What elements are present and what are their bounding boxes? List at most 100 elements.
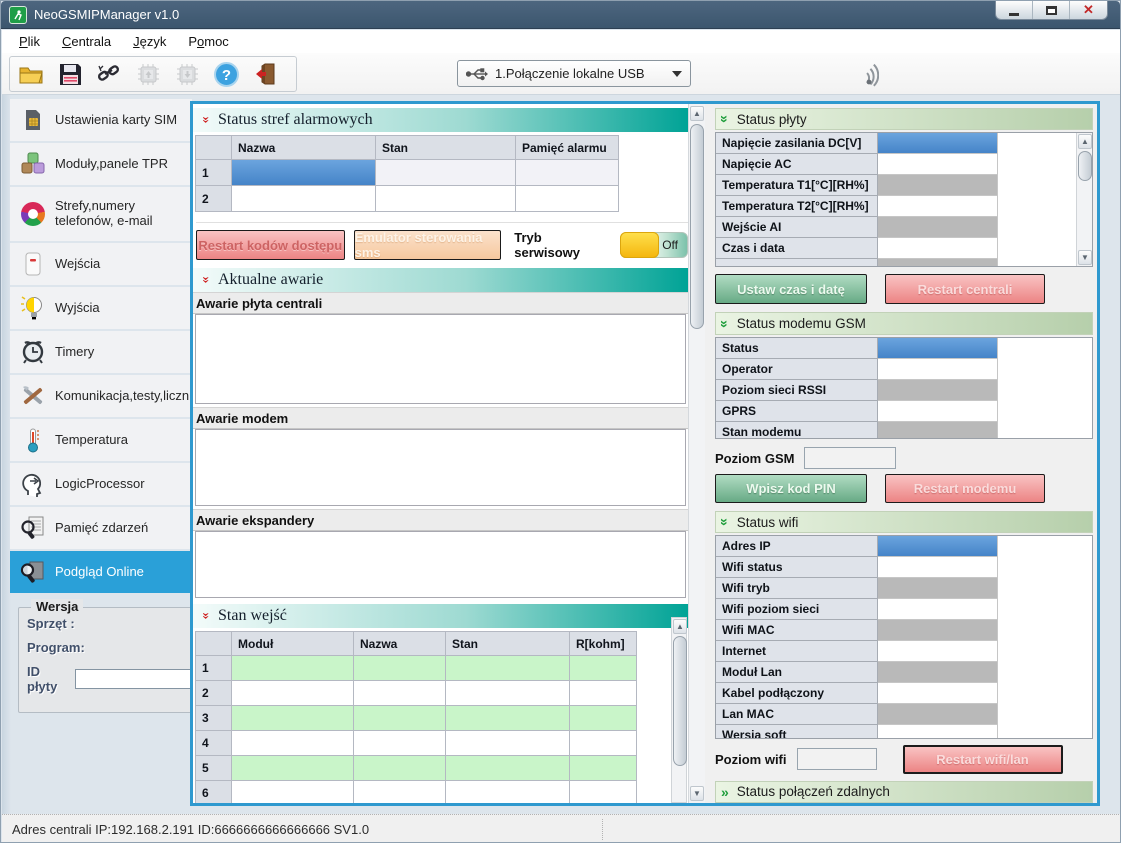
input-cell[interactable]: [232, 706, 354, 731]
sidebar-item-outputs[interactable]: Wyjścia: [10, 287, 192, 329]
zone-name-cell[interactable]: [232, 186, 376, 212]
section-header-board-status[interactable]: Status płyty: [715, 108, 1093, 130]
sidebar-item-timers[interactable]: Timery: [10, 331, 192, 373]
input-cell[interactable]: [354, 706, 446, 731]
connect-button[interactable]: [94, 59, 124, 89]
set-time-button[interactable]: Ustaw czas i datę: [715, 274, 867, 304]
sidebar-item-online-view[interactable]: Podgląd Online: [10, 551, 192, 593]
scrollbar-thumb[interactable]: [673, 636, 687, 766]
zones-row-1[interactable]: 1: [196, 160, 619, 186]
input-cell[interactable]: [570, 731, 637, 756]
section-title: Status płyty: [737, 112, 807, 127]
input-cell[interactable]: [570, 781, 637, 803]
input-cell[interactable]: [232, 681, 354, 706]
input-cell[interactable]: [446, 681, 570, 706]
sidebar-item-zones[interactable]: Strefy,numery telefonów, e-mail: [10, 187, 192, 241]
inputs-row-6[interactable]: 6: [196, 781, 637, 803]
section-header-gsm-status[interactable]: Status modemu GSM: [715, 312, 1093, 334]
open-file-button[interactable]: [16, 59, 46, 89]
restart-wifi-lan-button[interactable]: Restart wifi/lan: [903, 745, 1063, 774]
inputs-row-2[interactable]: 2: [196, 681, 637, 706]
input-cell[interactable]: [232, 781, 354, 803]
input-cell[interactable]: [232, 756, 354, 781]
input-cell[interactable]: [354, 656, 446, 681]
inputs-row-4[interactable]: 4: [196, 731, 637, 756]
status-row-label: Wersja soft: [716, 725, 878, 738]
input-cell[interactable]: [354, 756, 446, 781]
sidebar-item-modules[interactable]: Moduły,panele TPR: [10, 143, 192, 185]
save-button[interactable]: [55, 59, 85, 89]
exit-button[interactable]: [250, 59, 280, 89]
input-cell[interactable]: [570, 656, 637, 681]
input-cell[interactable]: [232, 656, 354, 681]
gsm-level-input[interactable]: [804, 447, 896, 469]
input-cell[interactable]: [570, 756, 637, 781]
scroll-up-arrow[interactable]: ▲: [1078, 134, 1092, 149]
restart-central-button[interactable]: Restart centrali: [885, 274, 1045, 304]
folder-icon: [18, 61, 44, 87]
restart-modem-button[interactable]: Restart modemu: [885, 474, 1045, 503]
scroll-down-arrow[interactable]: ▼: [690, 786, 704, 801]
section-header-inputs[interactable]: Stan wejść: [193, 604, 688, 628]
board-table-scrollbar[interactable]: ▲ ▼: [1076, 133, 1092, 266]
input-cell[interactable]: [446, 756, 570, 781]
menu-pomoc[interactable]: Pomoc: [177, 31, 239, 52]
restart-access-codes-button[interactable]: Restart kodów dostępu: [196, 230, 345, 260]
zone-alarm-memory-cell[interactable]: [516, 186, 619, 212]
input-cell[interactable]: [446, 656, 570, 681]
scrollbar-thumb[interactable]: [1078, 151, 1092, 181]
maximize-button[interactable]: [1033, 1, 1070, 19]
upload-firmware-button[interactable]: [133, 59, 163, 89]
sidebar-item-inputs[interactable]: Wejścia: [10, 243, 192, 285]
status-value-cell: [878, 641, 998, 662]
inputs-row-5[interactable]: 5: [196, 756, 637, 781]
scroll-down-arrow[interactable]: ▼: [1078, 250, 1092, 265]
section-header-wifi-status[interactable]: Status wifi: [715, 511, 1093, 533]
inputs-row-3[interactable]: 3: [196, 706, 637, 731]
inputs-table-scrollbar[interactable]: ▲: [671, 617, 687, 803]
zone-name-cell-selected[interactable]: [232, 160, 376, 186]
center-scrollbar[interactable]: ▲ ▼: [688, 104, 705, 803]
section-header-faults[interactable]: Aktualne awarie: [193, 268, 688, 292]
board-id-input[interactable]: [75, 669, 191, 689]
scrollbar-thumb[interactable]: [690, 124, 704, 329]
enter-pin-button[interactable]: Wpisz kod PIN: [715, 474, 867, 503]
close-button[interactable]: ✕: [1070, 1, 1107, 19]
sidebar-item-event-memory[interactable]: Pamięć zdarzeń: [10, 507, 192, 549]
inputs-row-1[interactable]: 1: [196, 656, 637, 681]
sidebar-item-logicprocessor[interactable]: LogicProcessor: [10, 463, 192, 505]
zone-state-cell[interactable]: [376, 186, 516, 212]
input-cell[interactable]: [354, 681, 446, 706]
sidebar-item-communication[interactable]: Komunikacja,testy,liczniki: [10, 375, 192, 417]
input-cell[interactable]: [354, 781, 446, 803]
sidebar-item-temperature[interactable]: Temperatura: [10, 419, 192, 461]
sidebar-item-label: Komunikacja,testy,liczniki: [55, 389, 201, 404]
section-header-zones[interactable]: Status stref alarmowych: [193, 108, 688, 132]
menu-jezyk[interactable]: Język: [122, 31, 177, 52]
menu-centrala[interactable]: Centrala: [51, 31, 122, 52]
service-mode-toggle[interactable]: Off: [620, 232, 688, 258]
input-cell[interactable]: [570, 706, 637, 731]
sidebar-item-label: Wyjścia: [55, 301, 100, 316]
connection-select[interactable]: 1.Połączenie lokalne USB: [457, 60, 691, 87]
zones-row-2[interactable]: 2: [196, 186, 619, 212]
zone-alarm-memory-cell[interactable]: [516, 160, 619, 186]
input-cell[interactable]: [446, 781, 570, 803]
menu-plik[interactable]: Plik: [8, 31, 51, 52]
input-cell[interactable]: [232, 731, 354, 756]
zone-state-cell[interactable]: [376, 160, 516, 186]
section-header-remote-connections[interactable]: Status połączeń zdalnych: [715, 781, 1093, 803]
download-firmware-button[interactable]: [172, 59, 202, 89]
wifi-level-input[interactable]: [797, 748, 877, 770]
help-button[interactable]: ?: [211, 59, 241, 89]
sms-emulator-button[interactable]: Emulator sterowania sms: [354, 230, 502, 260]
scroll-up-arrow[interactable]: ▲: [673, 619, 687, 634]
zones-table: Nazwa Stan Pamięć alarmu 1 2: [195, 135, 619, 212]
input-cell[interactable]: [446, 731, 570, 756]
minimize-button[interactable]: [996, 1, 1033, 19]
input-cell[interactable]: [446, 706, 570, 731]
sidebar-item-sim[interactable]: Ustawienia karty SIM: [10, 99, 192, 141]
input-cell[interactable]: [570, 681, 637, 706]
scroll-up-arrow[interactable]: ▲: [690, 106, 704, 121]
input-cell[interactable]: [354, 731, 446, 756]
